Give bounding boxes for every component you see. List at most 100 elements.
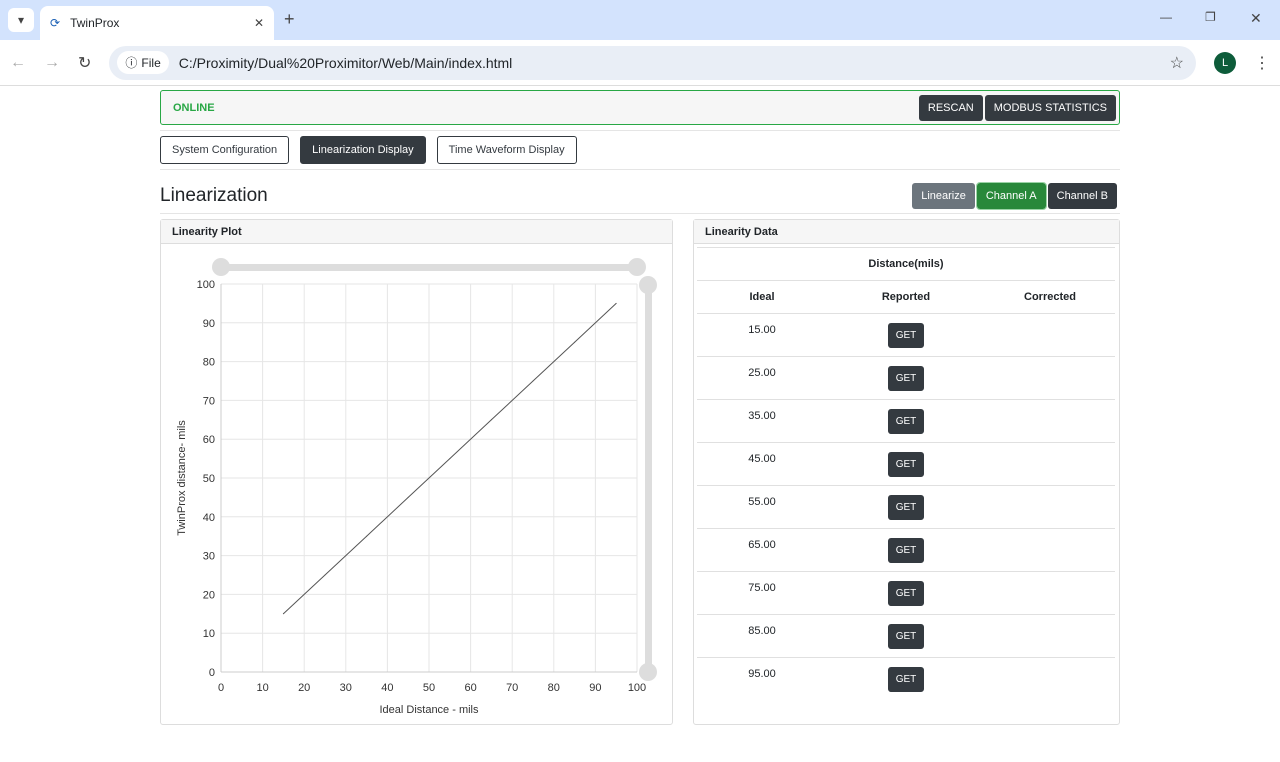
reported-cell: GET bbox=[827, 313, 985, 357]
table-row: 95.00 GET bbox=[697, 657, 1115, 701]
y-tick-label: 50 bbox=[203, 473, 215, 485]
group-header: Distance(mils) bbox=[697, 247, 1115, 281]
y-tick-label: 90 bbox=[203, 318, 215, 330]
site-info-chip[interactable]: ⓘ File bbox=[117, 51, 169, 74]
col-reported: Reported bbox=[827, 280, 985, 314]
x-tick-label: 70 bbox=[506, 682, 518, 694]
tab-linearization-display[interactable]: Linearization Display bbox=[300, 136, 426, 164]
linearity-plot-card: Linearity Plot 0 10 20 30 40 50 60 70 80 90 100 0 10… bbox=[160, 219, 673, 725]
connection-status-bar: ONLINE RESCAN MODBUS STATISTICS bbox=[160, 90, 1120, 125]
data-point bbox=[615, 302, 617, 304]
reload-icon[interactable]: ↻ bbox=[78, 53, 91, 73]
tab-title: TwinProx bbox=[70, 16, 120, 30]
channel-b-button[interactable]: Channel B bbox=[1047, 182, 1117, 209]
address-bar-row: ← → ↻ ⓘ File C:/Proximity/Dual%20Proximit… bbox=[0, 40, 1280, 86]
x-zoom-handle-right[interactable] bbox=[628, 258, 646, 276]
reported-cell: GET bbox=[827, 356, 985, 400]
y-axis-label: TwinProx distance- mils bbox=[176, 420, 188, 536]
corrected-value bbox=[985, 356, 1115, 400]
y-tick-label: 100 bbox=[197, 279, 215, 291]
tab-system-configuration[interactable]: System Configuration bbox=[160, 136, 290, 164]
linearize-button[interactable]: Linearize bbox=[912, 182, 975, 209]
table-row: 75.00 GET bbox=[697, 571, 1115, 615]
y-tick-label: 70 bbox=[203, 395, 215, 407]
y-zoom-handle-bottom[interactable] bbox=[639, 663, 657, 681]
x-zoom-slider-track[interactable] bbox=[221, 264, 637, 271]
corrected-value bbox=[985, 571, 1115, 615]
y-tick-label: 60 bbox=[203, 434, 215, 446]
menu-kebab-icon[interactable]: ⋮ bbox=[1254, 53, 1270, 73]
get-button[interactable]: GET bbox=[887, 666, 925, 692]
corrected-value bbox=[985, 657, 1115, 701]
close-tab-icon[interactable]: ✕ bbox=[254, 16, 264, 30]
get-button[interactable]: GET bbox=[887, 580, 925, 606]
get-button[interactable]: GET bbox=[887, 537, 925, 563]
channel-a-button[interactable]: Channel A bbox=[975, 181, 1047, 210]
reported-cell: GET bbox=[827, 528, 985, 572]
table-row: 15.00 GET bbox=[697, 313, 1115, 357]
ideal-value: 15.00 bbox=[697, 313, 827, 357]
table-row: 85.00 GET bbox=[697, 614, 1115, 658]
x-tick-label: 30 bbox=[340, 682, 352, 694]
bookmark-star-icon[interactable]: ☆ bbox=[1170, 53, 1184, 73]
data-point bbox=[366, 535, 368, 537]
data-point bbox=[407, 496, 409, 498]
get-button[interactable]: GET bbox=[887, 494, 925, 520]
forward-icon[interactable]: → bbox=[44, 54, 60, 72]
x-tick-label: 20 bbox=[298, 682, 310, 694]
data-point bbox=[574, 341, 576, 343]
x-zoom-handle-left[interactable] bbox=[212, 258, 230, 276]
linearity-data-card: Linearity Data Distance(mils) Ideal Repor… bbox=[693, 219, 1120, 725]
tab-search-button[interactable]: ▾ bbox=[8, 8, 34, 32]
get-button[interactable]: GET bbox=[887, 365, 925, 391]
new-tab-icon[interactable]: + bbox=[284, 9, 295, 30]
reported-cell: GET bbox=[827, 657, 985, 701]
y-tick-label: 0 bbox=[209, 667, 215, 679]
data-point bbox=[449, 458, 451, 460]
y-tick-label: 10 bbox=[203, 628, 215, 640]
file-label: File bbox=[141, 55, 161, 70]
browser-tab[interactable]: ⟳ TwinProx ✕ bbox=[40, 6, 274, 40]
ideal-value: 35.00 bbox=[697, 399, 827, 443]
url-bar[interactable]: ⓘ File C:/Proximity/Dual%20Proximitor/Web… bbox=[109, 45, 1196, 80]
corrected-value bbox=[985, 528, 1115, 572]
y-zoom-slider-track[interactable] bbox=[645, 284, 652, 672]
get-button[interactable]: GET bbox=[887, 451, 925, 477]
get-button[interactable]: GET bbox=[887, 408, 925, 434]
ideal-value: 85.00 bbox=[697, 614, 827, 658]
restore-icon[interactable]: ❐ bbox=[1205, 10, 1216, 24]
ideal-value: 25.00 bbox=[697, 356, 827, 400]
reported-cell: GET bbox=[827, 485, 985, 529]
data-point bbox=[282, 613, 284, 615]
page-nav: System Configuration Linearization Displ… bbox=[160, 130, 1120, 170]
minimize-icon[interactable]: — bbox=[1160, 10, 1172, 24]
reported-cell: GET bbox=[827, 571, 985, 615]
x-tick-label: 90 bbox=[589, 682, 601, 694]
window-close-icon[interactable]: ✕ bbox=[1250, 10, 1262, 27]
tab-time-waveform-display[interactable]: Time Waveform Display bbox=[436, 136, 577, 164]
corrected-value bbox=[985, 313, 1115, 357]
corrected-value bbox=[985, 442, 1115, 486]
profile-avatar[interactable]: L bbox=[1214, 51, 1236, 74]
data-point bbox=[490, 419, 492, 421]
table-row: 55.00 GET bbox=[697, 485, 1115, 529]
reported-cell: GET bbox=[827, 614, 985, 658]
ideal-value: 55.00 bbox=[697, 485, 827, 529]
col-corrected: Corrected bbox=[985, 280, 1115, 314]
y-zoom-handle-top[interactable] bbox=[639, 276, 657, 294]
card-title: Linearity Plot bbox=[161, 220, 672, 244]
get-button[interactable]: GET bbox=[887, 623, 925, 649]
col-ideal: Ideal bbox=[697, 280, 827, 314]
x-tick-label: 10 bbox=[256, 682, 268, 694]
modbus-statistics-button[interactable]: MODBUS STATISTICS bbox=[984, 94, 1116, 121]
table-row: 65.00 GET bbox=[697, 528, 1115, 572]
x-tick-label: 80 bbox=[548, 682, 560, 694]
back-icon[interactable]: ← bbox=[10, 54, 26, 72]
y-tick-label: 80 bbox=[203, 357, 215, 369]
get-button[interactable]: GET bbox=[887, 322, 925, 348]
reported-cell: GET bbox=[827, 442, 985, 486]
ideal-value: 95.00 bbox=[697, 657, 827, 701]
x-tick-label: 100 bbox=[628, 682, 646, 694]
data-point bbox=[532, 380, 534, 382]
rescan-button[interactable]: RESCAN bbox=[918, 94, 983, 121]
